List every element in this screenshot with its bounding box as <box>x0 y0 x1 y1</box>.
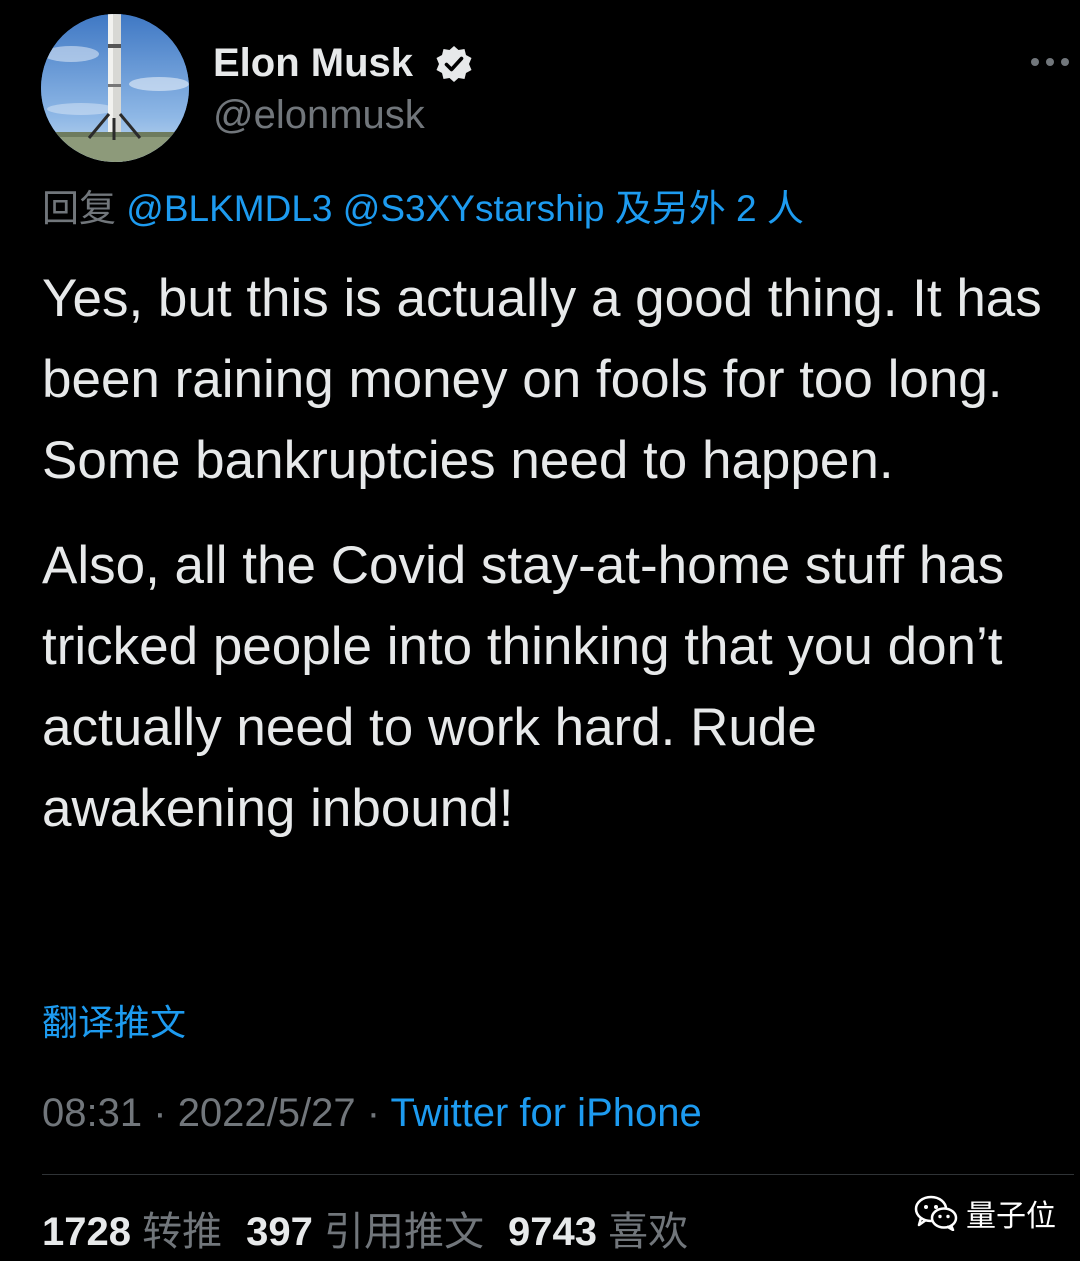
divider <box>42 1174 1074 1175</box>
quotes-stat[interactable]: 397 引用推文 <box>246 1210 484 1254</box>
mention-link[interactable]: @BLKMDL3 <box>126 188 332 229</box>
likes-stat[interactable]: 9743 喜欢 <box>508 1210 688 1254</box>
verified-badge-icon <box>436 46 472 82</box>
meta-separator: · <box>153 1091 167 1135</box>
likes-count: 9743 <box>507 1210 597 1254</box>
avatar[interactable] <box>41 14 189 162</box>
wechat-icon <box>914 1195 958 1231</box>
tweet-paragraph: Yes, but this is actually a good thing. … <box>42 269 1042 490</box>
tweet-stats: 1728 转推 397 引用推文 9743 喜欢 <box>42 1206 712 1258</box>
likes-label: 喜欢 <box>608 1210 689 1254</box>
reply-prefix: 回复 <box>42 188 116 229</box>
watermark-text: 量子位 <box>966 1200 1056 1233</box>
quotes-label: 引用推文 <box>323 1210 484 1254</box>
retweets-stat[interactable]: 1728 转推 <box>42 1210 222 1254</box>
tweet-time[interactable]: 08:31 <box>42 1091 142 1135</box>
watermark: 量子位 <box>914 1190 1056 1236</box>
tweet-text: Yes, but this is actually a good thing. … <box>42 258 1072 849</box>
tweet-source-link[interactable]: Twitter for iPhone <box>390 1091 701 1135</box>
meta-separator: · <box>366 1091 381 1135</box>
rocket-booster-image <box>41 14 189 162</box>
retweets-label: 转推 <box>142 1210 223 1254</box>
author-handle[interactable]: @elonmusk <box>213 91 425 139</box>
replying-to: 回复 @BLKMDL3 @S3XYstarship 及另外 2 人 <box>42 185 804 233</box>
others-link[interactable]: 及另外 2 人 <box>615 188 804 229</box>
author-name[interactable]: Elon Musk <box>213 38 413 88</box>
tweet-paragraph: Also, all the Covid stay-at-home stuff h… <box>42 536 1005 838</box>
translate-tweet-link[interactable]: 翻译推文 <box>42 1000 186 1046</box>
mention-link[interactable]: @S3XYstarship <box>343 188 605 229</box>
retweets-count: 1728 <box>42 1210 131 1254</box>
tweet-date[interactable]: 2022/5/27 <box>178 1091 356 1135</box>
quotes-count: 397 <box>246 1210 313 1254</box>
more-options-icon[interactable] <box>1028 52 1072 72</box>
tweet-metadata: 08:31 · 2022/5/27 · Twitter for iPhone <box>42 1087 702 1139</box>
